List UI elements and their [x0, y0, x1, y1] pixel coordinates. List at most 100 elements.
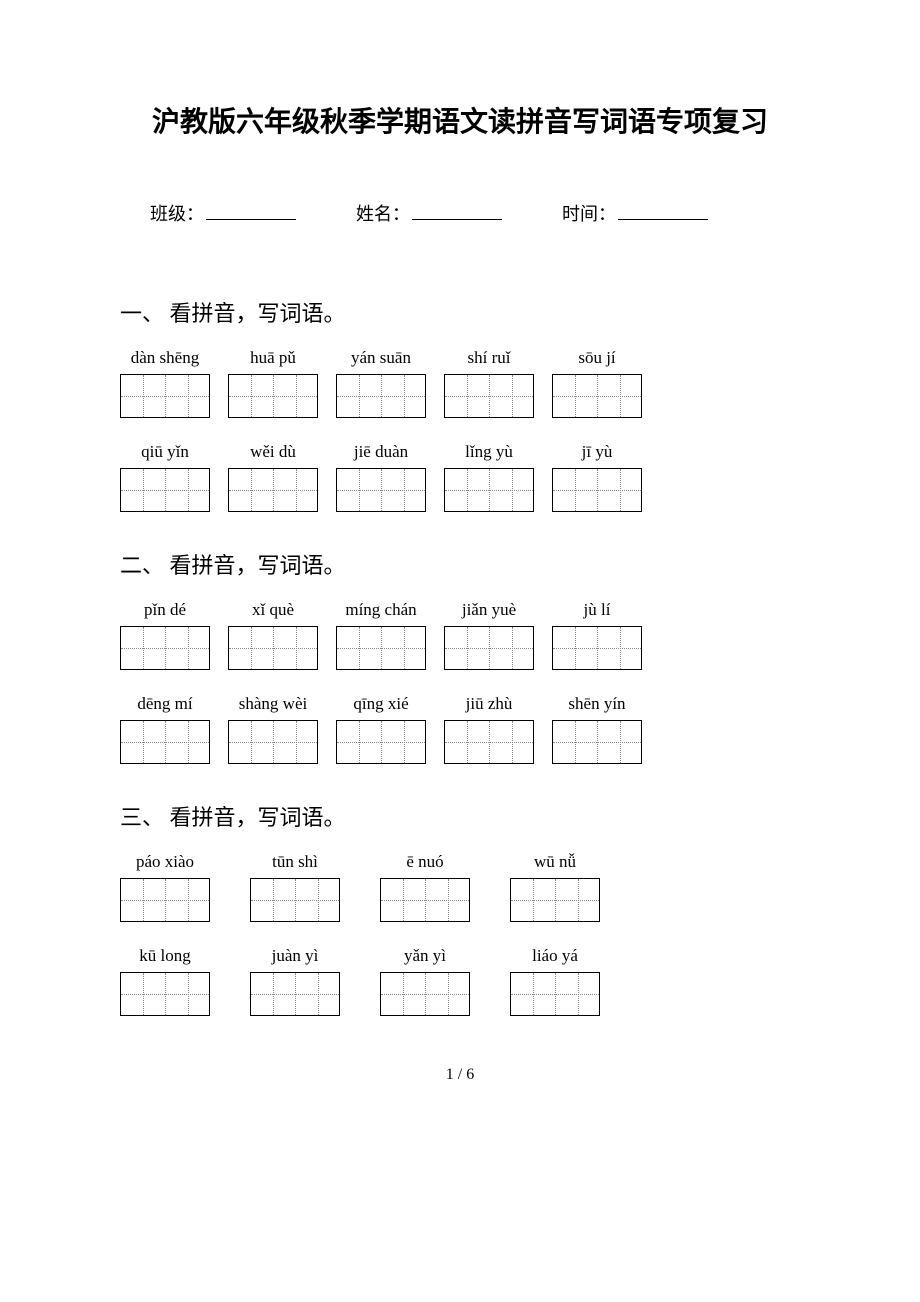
- tianzige-cell[interactable]: [165, 721, 209, 763]
- tianzige-cell[interactable]: [229, 375, 273, 417]
- tianzige-cell[interactable]: [445, 627, 489, 669]
- exercise-item: juàn yì: [250, 946, 340, 1016]
- tianzige-box[interactable]: [336, 374, 426, 418]
- tianzige-cell[interactable]: [553, 469, 597, 511]
- exercise-item: wěi dù: [228, 442, 318, 512]
- tianzige-box[interactable]: [120, 626, 210, 670]
- tianzige-cell[interactable]: [489, 469, 533, 511]
- tianzige-box[interactable]: [336, 626, 426, 670]
- tianzige-cell[interactable]: [445, 375, 489, 417]
- tianzige-cell[interactable]: [121, 469, 165, 511]
- tianzige-box[interactable]: [336, 468, 426, 512]
- tianzige-cell[interactable]: [165, 879, 209, 921]
- tianzige-cell[interactable]: [337, 469, 381, 511]
- tianzige-box[interactable]: [380, 878, 470, 922]
- tianzige-box[interactable]: [228, 720, 318, 764]
- tianzige-cell[interactable]: [553, 375, 597, 417]
- tianzige-box[interactable]: [120, 468, 210, 512]
- tianzige-cell[interactable]: [597, 721, 641, 763]
- tianzige-box[interactable]: [552, 720, 642, 764]
- tianzige-cell[interactable]: [273, 627, 317, 669]
- tianzige-cell[interactable]: [555, 879, 599, 921]
- tianzige-cell[interactable]: [445, 721, 489, 763]
- exercise-item: liáo yá: [510, 946, 600, 1016]
- tianzige-cell[interactable]: [273, 375, 317, 417]
- tianzige-cell[interactable]: [381, 973, 425, 1015]
- tianzige-cell[interactable]: [489, 721, 533, 763]
- tianzige-cell[interactable]: [121, 627, 165, 669]
- tianzige-cell[interactable]: [337, 375, 381, 417]
- tianzige-box[interactable]: [120, 374, 210, 418]
- tianzige-box[interactable]: [552, 374, 642, 418]
- tianzige-box[interactable]: [228, 468, 318, 512]
- name-input-line[interactable]: [412, 219, 502, 220]
- tianzige-box[interactable]: [120, 972, 210, 1016]
- tianzige-box[interactable]: [336, 720, 426, 764]
- pinyin-label: jī yù: [552, 442, 642, 462]
- class-input-line[interactable]: [206, 219, 296, 220]
- tianzige-box[interactable]: [510, 878, 600, 922]
- tianzige-cell[interactable]: [553, 721, 597, 763]
- section-block: 一、 看拼音，写词语。dàn shēnghuā pǔyán suānshí ru…: [120, 296, 800, 512]
- tianzige-box[interactable]: [120, 720, 210, 764]
- tianzige-cell[interactable]: [425, 879, 469, 921]
- exercise-row: kū longjuàn yìyǎn yìliáo yá: [120, 946, 800, 1016]
- tianzige-cell[interactable]: [553, 627, 597, 669]
- tianzige-cell[interactable]: [295, 973, 339, 1015]
- tianzige-cell[interactable]: [273, 469, 317, 511]
- tianzige-cell[interactable]: [425, 973, 469, 1015]
- tianzige-box[interactable]: [552, 626, 642, 670]
- tianzige-box[interactable]: [380, 972, 470, 1016]
- tianzige-cell[interactable]: [597, 627, 641, 669]
- tianzige-cell[interactable]: [251, 879, 295, 921]
- tianzige-cell[interactable]: [165, 973, 209, 1015]
- tianzige-cell[interactable]: [251, 973, 295, 1015]
- tianzige-cell[interactable]: [229, 627, 273, 669]
- tianzige-cell[interactable]: [337, 721, 381, 763]
- section-heading: 三、 看拼音，写词语。: [120, 800, 800, 832]
- exercise-item: míng chán: [336, 600, 426, 670]
- tianzige-cell[interactable]: [555, 973, 599, 1015]
- tianzige-cell[interactable]: [273, 721, 317, 763]
- exercise-item: ē nuó: [380, 852, 470, 922]
- exercise-item: shí ruǐ: [444, 348, 534, 418]
- tianzige-cell[interactable]: [121, 973, 165, 1015]
- tianzige-cell[interactable]: [165, 627, 209, 669]
- tianzige-cell[interactable]: [511, 879, 555, 921]
- pinyin-label: páo xiào: [120, 852, 210, 872]
- tianzige-cell[interactable]: [121, 721, 165, 763]
- tianzige-cell[interactable]: [381, 627, 425, 669]
- tianzige-cell[interactable]: [489, 627, 533, 669]
- tianzige-cell[interactable]: [597, 469, 641, 511]
- tianzige-cell[interactable]: [229, 469, 273, 511]
- tianzige-cell[interactable]: [165, 375, 209, 417]
- tianzige-cell[interactable]: [337, 627, 381, 669]
- tianzige-cell[interactable]: [229, 721, 273, 763]
- tianzige-box[interactable]: [228, 626, 318, 670]
- pinyin-label: tūn shì: [250, 852, 340, 872]
- tianzige-cell[interactable]: [445, 469, 489, 511]
- tianzige-box[interactable]: [250, 878, 340, 922]
- tianzige-box[interactable]: [444, 468, 534, 512]
- tianzige-cell[interactable]: [381, 375, 425, 417]
- tianzige-box[interactable]: [510, 972, 600, 1016]
- tianzige-cell[interactable]: [121, 375, 165, 417]
- tianzige-box[interactable]: [444, 374, 534, 418]
- tianzige-cell[interactable]: [381, 721, 425, 763]
- tianzige-box[interactable]: [444, 626, 534, 670]
- tianzige-cell[interactable]: [165, 469, 209, 511]
- tianzige-cell[interactable]: [121, 879, 165, 921]
- tianzige-cell[interactable]: [381, 469, 425, 511]
- exercise-item: pǐn dé: [120, 600, 210, 670]
- tianzige-box[interactable]: [444, 720, 534, 764]
- tianzige-box[interactable]: [250, 972, 340, 1016]
- tianzige-cell[interactable]: [511, 973, 555, 1015]
- tianzige-cell[interactable]: [597, 375, 641, 417]
- tianzige-cell[interactable]: [381, 879, 425, 921]
- time-input-line[interactable]: [618, 219, 708, 220]
- tianzige-cell[interactable]: [295, 879, 339, 921]
- tianzige-box[interactable]: [552, 468, 642, 512]
- tianzige-box[interactable]: [228, 374, 318, 418]
- tianzige-cell[interactable]: [489, 375, 533, 417]
- tianzige-box[interactable]: [120, 878, 210, 922]
